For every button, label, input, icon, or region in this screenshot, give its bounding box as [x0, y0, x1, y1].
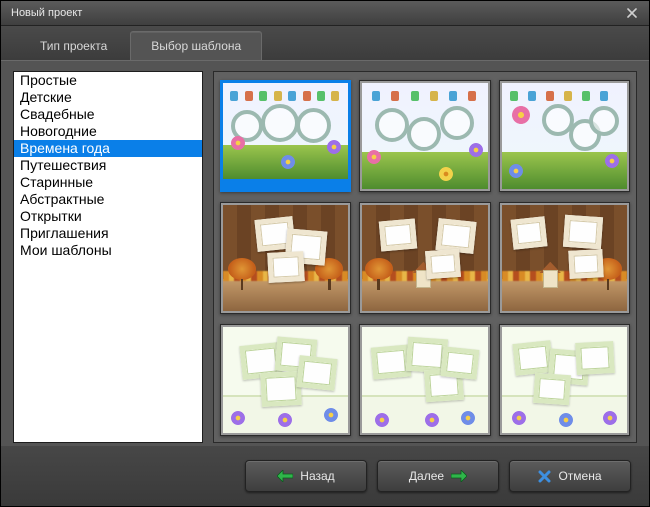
category-item[interactable]: Абстрактные — [14, 191, 202, 208]
next-button[interactable]: Далее — [377, 460, 499, 492]
arrow-left-icon — [277, 470, 293, 482]
category-item[interactable]: Простые — [14, 72, 202, 89]
tab-template-select[interactable]: Выбор шаблона — [130, 31, 262, 60]
titlebar: Новый проект — [1, 1, 649, 26]
back-button[interactable]: Назад — [245, 460, 367, 492]
tab-bar: Тип проекта Выбор шаблона — [1, 26, 649, 60]
window-title: Новый проект — [11, 7, 621, 19]
category-item[interactable]: Детские — [14, 89, 202, 106]
close-icon[interactable] — [621, 5, 643, 21]
back-label: Назад — [300, 469, 334, 483]
category-item[interactable]: Свадебные — [14, 106, 202, 123]
template-grid[interactable] — [213, 71, 637, 443]
template-thumb[interactable] — [499, 202, 630, 314]
template-thumb[interactable] — [499, 80, 630, 192]
tab-project-type[interactable]: Тип проекта — [19, 31, 128, 60]
template-thumb[interactable] — [499, 324, 630, 436]
category-item[interactable]: Путешествия — [14, 157, 202, 174]
category-item[interactable]: Открытки — [14, 208, 202, 225]
cancel-button[interactable]: Отмена — [509, 460, 631, 492]
new-project-dialog: Новый проект Тип проекта Выбор шаблона П… — [0, 0, 650, 507]
close-icon — [538, 470, 551, 483]
category-list[interactable]: Простые Детские Свадебные Новогодние Вре… — [13, 71, 203, 443]
arrow-right-icon — [451, 470, 467, 482]
template-thumb[interactable] — [220, 324, 351, 436]
template-thumb[interactable] — [220, 202, 351, 314]
category-item[interactable]: Старинные — [14, 174, 202, 191]
cancel-label: Отмена — [558, 469, 601, 483]
template-thumb[interactable] — [220, 80, 351, 192]
template-thumb[interactable] — [359, 202, 490, 314]
dialog-footer: Назад Далее Отмена — [1, 446, 649, 506]
garland-icon — [226, 89, 346, 101]
dialog-body: Простые Детские Свадебные Новогодние Вре… — [1, 60, 649, 446]
category-item[interactable]: Приглашения — [14, 225, 202, 242]
next-label: Далее — [409, 469, 444, 483]
category-item[interactable]: Мои шаблоны — [14, 242, 202, 259]
template-thumb[interactable] — [359, 324, 490, 436]
category-item[interactable]: Новогодние — [14, 123, 202, 140]
category-item[interactable]: Времена года — [14, 140, 202, 157]
template-thumb[interactable] — [359, 80, 490, 192]
